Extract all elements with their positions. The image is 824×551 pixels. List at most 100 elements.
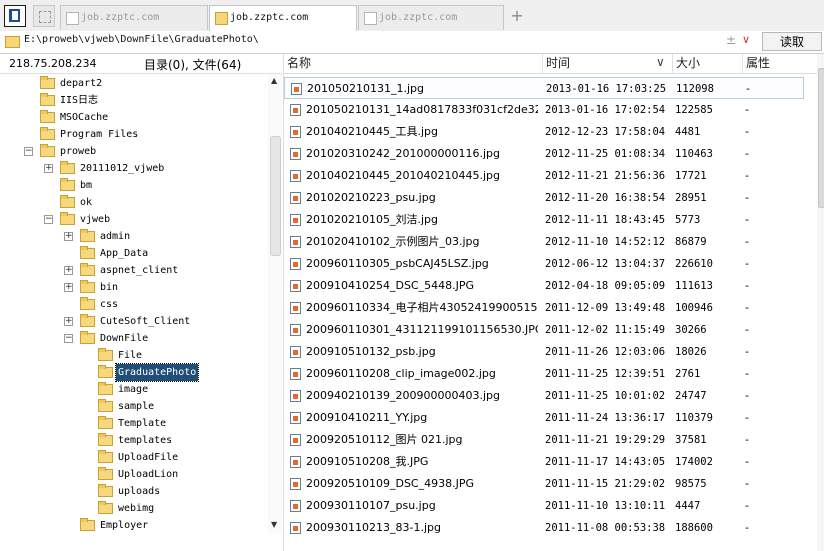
column-size[interactable]: 大小	[673, 54, 743, 73]
file-attr: -	[745, 125, 749, 138]
image-file-icon	[291, 83, 302, 95]
file-row[interactable]: 200920510109_DSC_4938.JPG 2011-11-15 21:2…	[284, 473, 804, 495]
file-row[interactable]: 200910510132_psb.jpg 2011-11-26 12:03:06 1…	[284, 341, 804, 363]
file-row[interactable]: 201040210445_201040210445.jpg 2012-11-21 …	[284, 165, 804, 187]
expand-icon[interactable]: +	[64, 317, 73, 326]
folder-icon	[5, 36, 20, 48]
column-time[interactable]: 时间	[543, 54, 673, 73]
read-button[interactable]: 读取	[762, 32, 822, 51]
tree-item[interactable]: GraduatePhoto	[0, 363, 268, 382]
tree-item[interactable]: sample	[0, 398, 268, 415]
tree-item[interactable]: templates	[0, 432, 268, 449]
tree-item[interactable]: bm	[0, 177, 268, 194]
file-row[interactable]: 200910510208_我.JPG 2011-11-17 14:43:05 174…	[284, 451, 804, 473]
tree-item-label: css	[100, 299, 119, 310]
file-size: 2761	[675, 368, 701, 380]
file-attr: -	[745, 191, 749, 204]
tab-1[interactable]: job.zzptc.com	[60, 5, 208, 30]
tree-scrollbar[interactable]: ▲ ▼	[268, 74, 282, 534]
collapse-icon[interactable]: −	[44, 215, 53, 224]
folder-icon	[40, 93, 55, 106]
file-row[interactable]: 201020210223_psu.jpg 2012-11-20 16:38:54 2…	[284, 187, 804, 209]
tree-item[interactable]: Employer	[0, 517, 268, 534]
folder-icon	[60, 195, 75, 208]
address-input[interactable]: E:\proweb\vjweb\DownFile\GraduatePhoto\	[24, 34, 259, 45]
tree-item[interactable]: + admin	[0, 228, 268, 245]
file-size: 86879	[675, 236, 707, 248]
expand-button[interactable]: ±	[726, 33, 736, 47]
folder-icon	[98, 382, 113, 395]
file-row[interactable]: 200960110305_psbCAJ45LSZ.jpg 2012-06-12 1…	[284, 253, 804, 275]
image-file-icon	[290, 456, 301, 468]
file-row[interactable]: 200940210139_200900000403.jpg 2011-11-25 …	[284, 385, 804, 407]
expand-icon[interactable]: +	[44, 164, 53, 173]
tree-item[interactable]: UploadFile	[0, 449, 268, 466]
file-time: 2011-11-24 13:36:17	[545, 412, 666, 424]
file-attr: -	[745, 345, 749, 358]
tree-item[interactable]: uploads	[0, 483, 268, 500]
file-row[interactable]: 200960110208_clip_image002.jpg 2011-11-25…	[284, 363, 804, 385]
file-row[interactable]: 201050210131_1.jpg 2013-01-16 17:03:25 112…	[284, 77, 804, 99]
tree-item[interactable]: + CuteSoft_Client	[0, 313, 268, 330]
column-name[interactable]: 名称	[284, 54, 543, 73]
tree-item[interactable]: − proweb	[0, 143, 268, 160]
tree-item[interactable]: depart2	[0, 75, 268, 92]
file-row[interactable]: 201020410102_示例图片_03.jpg 2012-11-10 14:52…	[284, 231, 804, 253]
tree-item[interactable]: File	[0, 347, 268, 364]
folder-icon	[60, 178, 75, 191]
tree-item[interactable]: ok	[0, 194, 268, 211]
column-attr[interactable]: 属性	[743, 54, 821, 73]
file-row[interactable]: 201050210131_14ad0817833f031cf2de32a... 2…	[284, 99, 804, 121]
tab-2[interactable]: job.zzptc.com	[209, 5, 357, 31]
file-name: 200920510112_图片 021.jpg	[306, 433, 463, 446]
tree-item[interactable]: Program Files	[0, 126, 268, 143]
folder-icon	[215, 12, 228, 25]
collapse-icon[interactable]: −	[24, 147, 33, 156]
tree-item[interactable]: webimg	[0, 500, 268, 517]
tree-item[interactable]: − vjweb	[0, 211, 268, 228]
file-size: 100946	[675, 302, 713, 314]
tree-item[interactable]: MSOCache	[0, 109, 268, 126]
scroll-down-icon[interactable]: ▼	[271, 520, 277, 529]
expand-icon[interactable]: +	[64, 266, 73, 275]
file-scroll-thumb[interactable]	[818, 68, 824, 208]
scroll-thumb[interactable]	[270, 136, 281, 256]
tab-list-button[interactable]	[33, 5, 55, 27]
image-file-icon	[290, 368, 301, 380]
expand-icon[interactable]: +	[64, 283, 73, 292]
tree-item-label: bm	[80, 180, 93, 191]
tree-item[interactable]: image	[0, 381, 268, 398]
tree-item-label: bin	[100, 282, 119, 293]
file-row[interactable]: 201040210445_工具.jpg 2012-12-23 17:58:04 44…	[284, 121, 804, 143]
file-size: 112098	[676, 83, 714, 95]
expand-icon[interactable]: +	[64, 232, 73, 241]
collapse-icon[interactable]: −	[64, 334, 73, 343]
tree-item[interactable]: +20111012_vjweb	[0, 160, 268, 177]
folder-icon	[80, 229, 95, 242]
file-row[interactable]: 200910410254_DSC_5448.JPG 2012-04-18 09:0…	[284, 275, 804, 297]
tree-item[interactable]: − DownFile	[0, 330, 268, 347]
tab-3[interactable]: job.zzptc.com	[358, 5, 504, 30]
tree-item-label: DownFile	[100, 333, 149, 344]
tree-item[interactable]: Template	[0, 415, 268, 432]
tree-item[interactable]: + aspnet_client	[0, 262, 268, 279]
tree-item[interactable]: App_Data	[0, 245, 268, 262]
file-row[interactable]: 200910410211_YY.jpg 2011-11-24 13:36:17 11…	[284, 407, 804, 429]
image-file-icon	[290, 522, 301, 534]
file-row[interactable]: 200960110334_电子相片430524199005150... 2011-…	[284, 297, 804, 319]
tree-item[interactable]: UploadLion	[0, 466, 268, 483]
file-row[interactable]: 200920510112_图片 021.jpg 2011-11-21 19:29:…	[284, 429, 804, 451]
file-row[interactable]: 200960110301_431121199101156530.JPG 2011-…	[284, 319, 804, 341]
file-row[interactable]: 201020210105_刘洁.jpg 2012-11-11 18:43:45 57…	[284, 209, 804, 231]
file-row[interactable]: 201020310242_201000000116.jpg 2012-11-25 …	[284, 143, 804, 165]
tree-item[interactable]: IIS日志	[0, 92, 268, 109]
new-tab-button[interactable]: +	[509, 8, 525, 24]
sidebar-toggle-button[interactable]	[4, 5, 26, 27]
chevron-down-icon[interactable]: ∨	[742, 33, 750, 46]
scroll-up-icon[interactable]: ▲	[271, 76, 277, 85]
tree-item[interactable]: css	[0, 296, 268, 313]
file-row[interactable]: 200930110213_83-1.jpg 2011-11-08 00:53:38…	[284, 517, 804, 539]
folder-icon	[98, 484, 113, 497]
file-row[interactable]: 200930110107_psu.jpg 2011-11-10 13:10:11 4…	[284, 495, 804, 517]
tree-item[interactable]: + bin	[0, 279, 268, 296]
